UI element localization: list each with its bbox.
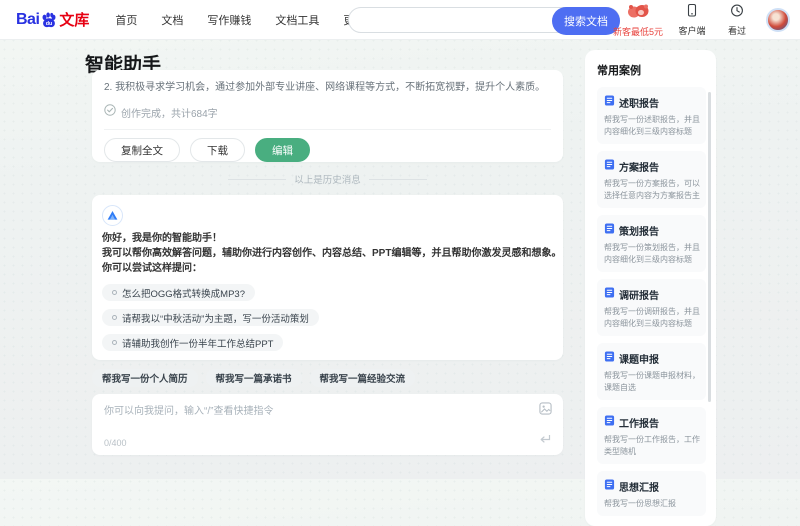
baidu-wenku-logo[interactable]: Bai du 文库 [16, 9, 89, 30]
case-item-cehua-report[interactable]: 策划报告 帮我写一份策划报告，并且内容细化到三级内容标题 [597, 215, 706, 272]
history-messages-divider: 以上是历史消息 [92, 172, 563, 186]
baidu-paw-icon: du [40, 11, 58, 29]
greeting-line-2: 我可以帮你高效解答问题，辅助你进行内容创作、内容总结、PPT编辑等，并且帮助你激… [102, 248, 562, 259]
card-divider [104, 129, 551, 130]
quick-prompt-row: 帮我写一份个人简历 帮我写一篇承诺书 帮我写一篇经验交流 [92, 369, 416, 387]
creation-status: 创作完成，共计684字 [121, 108, 218, 120]
top-navbar: Bai du 文库 首页 文档 写作赚钱 文档工具 更多 搜索文档 [0, 0, 800, 40]
suggestion-chip-ogg-mp3[interactable]: 怎么把OGG格式转换成MP3? [102, 284, 255, 301]
promo-label: 新客最低5元 [612, 26, 663, 37]
sidebar-title: 常用案例 [597, 65, 641, 77]
history-answer-card: 2. 我积极寻求学习机会，通过参加外部专业讲座、网络课程等方式，不断拓宽视野，提… [92, 70, 563, 162]
quick-prompt-commitment[interactable]: 帮我写一篇承诺书 [205, 369, 302, 387]
logo-text-wenku: 文库 [59, 12, 90, 29]
download-button[interactable]: 下载 [190, 138, 245, 162]
doc-icon [604, 413, 615, 431]
assistant-message-card: 你好，我是你的智能助手！ 我可以帮你高效解答问题，辅助你进行内容创作、内容总结、… [92, 195, 563, 360]
suggestion-list: 怎么把OGG格式转换成MP3? 请帮我以“中秋活动”为主题，写一份活动策划 请辅… [102, 282, 553, 357]
copy-all-button[interactable]: 复制全文 [104, 138, 180, 162]
case-item-diaoyan-report[interactable]: 调研报告 帮我写一份调研报告，并且内容细化到三级内容标题 [597, 279, 706, 336]
clock-icon [730, 3, 744, 23]
check-circle-icon [104, 103, 116, 121]
case-item-shuzhi-report[interactable]: 述职报告 帮我写一份述职报告，并且内容细化到三级内容标题 [597, 87, 706, 144]
case-item-fangan-report[interactable]: 方案报告 帮我写一份方案报告，可以选择任意内容为方案报告主题 [597, 151, 706, 208]
assistant-avatar-icon [102, 205, 123, 226]
nav-item-write-earn[interactable]: 写作赚钱 [207, 12, 251, 28]
doc-search-bar: 搜索文档 [348, 7, 620, 35]
phone-icon [685, 3, 699, 23]
char-counter: 0/400 [104, 438, 127, 448]
promo-link[interactable]: 新客最低5元 [613, 3, 663, 38]
chat-input-card: 0/400 [92, 394, 563, 455]
doc-icon [604, 285, 615, 303]
quick-prompt-experience[interactable]: 帮我写一篇经验交流 [309, 369, 416, 387]
bullet-circle-icon [112, 340, 117, 345]
case-item-keti-shenbao[interactable]: 课题申报 帮我写一份课题申报材料，课题自选 [597, 343, 706, 400]
greeting-line-3: 你可以尝试这样提问： [102, 263, 202, 274]
suggestion-chip-midautumn-plan[interactable]: 请帮我以“中秋活动”为主题，写一份活动策划 [102, 309, 319, 326]
doc-icon [604, 221, 615, 239]
common-cases-panel: 常用案例 述职报告 帮我写一份述职报告，并且内容细化到三级内容标题 方案报告 帮… [585, 50, 716, 526]
bullet-circle-icon [112, 315, 117, 320]
edit-button[interactable]: 编辑 [255, 138, 310, 162]
greeting-line-1: 你好，我是你的智能助手！ [102, 233, 222, 244]
history-divider-label: 以上是历史消息 [294, 175, 361, 186]
client-label: 客户端 [678, 26, 706, 36]
doc-icon [604, 349, 615, 367]
client-app-link[interactable]: 客户端 [676, 3, 708, 37]
logo-text-bai: Bai [16, 10, 40, 28]
viewed-history-link[interactable]: 看过 [721, 3, 753, 37]
send-enter-icon[interactable] [539, 431, 551, 449]
case-item-sixiang-huibao[interactable]: 思想汇报 帮我写一份思想汇报 [597, 471, 706, 516]
search-button[interactable]: 搜索文档 [552, 7, 620, 35]
nav-item-home[interactable]: 首页 [115, 12, 137, 28]
quick-prompt-resume[interactable]: 帮我写一份个人简历 [92, 369, 198, 387]
user-avatar[interactable] [766, 8, 790, 32]
doc-icon [604, 477, 615, 495]
doc-icon [604, 157, 615, 175]
viewed-label: 看过 [727, 26, 746, 36]
chat-input[interactable] [104, 402, 524, 428]
doc-icon [604, 93, 615, 111]
nav-item-docs[interactable]: 文档 [161, 12, 183, 28]
nav-item-doc-tools[interactable]: 文档工具 [275, 12, 319, 28]
suggestion-chip-halfyear-ppt[interactable]: 请辅助我创作一份半年工作总结PPT [102, 334, 284, 351]
main-nav: 首页 文档 写作赚钱 文档工具 更多 [115, 12, 365, 28]
case-list: 述职报告 帮我写一份述职报告，并且内容细化到三级内容标题 方案报告 帮我写一份方… [597, 87, 706, 516]
sidebar-scrollbar-thumb[interactable] [708, 92, 711, 402]
answer-excerpt: 2. 我积极寻求学习机会，通过参加外部专业讲座、网络课程等方式，不断拓宽视野，提… [104, 82, 546, 93]
promo-mascot-icon [626, 3, 650, 24]
header-tools: 新客最低5元 客户端 看过 [613, 0, 790, 40]
bullet-circle-icon [112, 290, 117, 295]
image-upload-icon[interactable] [539, 402, 552, 420]
case-item-gongzuo-report[interactable]: 工作报告 帮我写一份工作报告，工作类型随机 [597, 407, 706, 464]
logo-text-du: du [46, 20, 53, 26]
